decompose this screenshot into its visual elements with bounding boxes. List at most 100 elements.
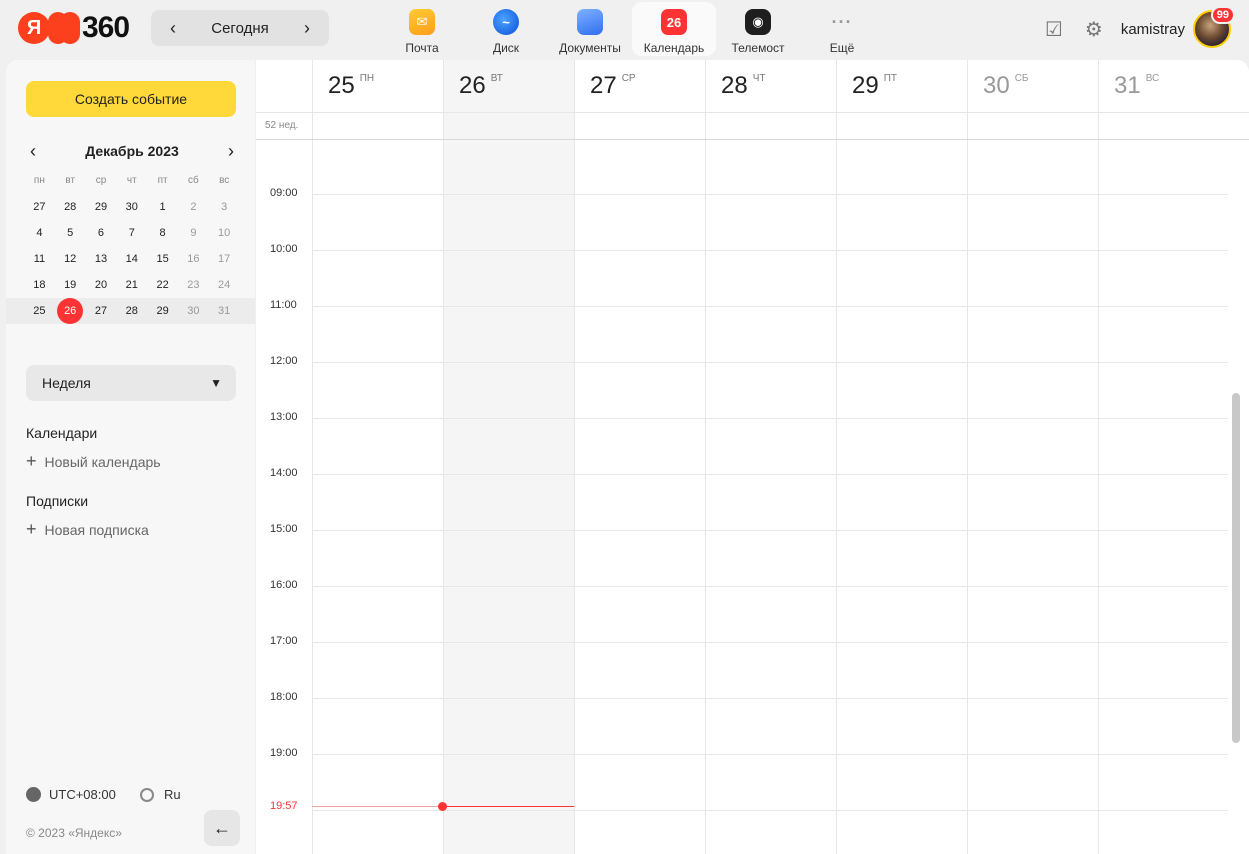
view-mode-value: Неделя — [42, 375, 91, 391]
app-telemost[interactable]: ◉ Телемост — [716, 2, 800, 56]
mini-next-month-button[interactable]: › — [224, 141, 238, 162]
calendars-section-title: Календари — [26, 425, 98, 441]
avatar[interactable]: 99 — [1193, 6, 1235, 48]
app-disk[interactable]: ~ Диск — [464, 2, 548, 56]
new-calendar-link[interactable]: + Новый календарь — [26, 451, 161, 472]
logo-text: 360 — [82, 11, 130, 44]
chevron-down-icon: ▼ — [210, 376, 222, 390]
all-day-cell[interactable] — [312, 113, 443, 139]
mini-day[interactable]: 19 — [55, 272, 86, 298]
mini-day[interactable]: 8 — [147, 220, 178, 246]
day-header-weekend[interactable]: 30 сб — [967, 60, 1098, 112]
mini-day[interactable]: 9 — [178, 220, 209, 246]
mini-day[interactable]: 11 — [24, 246, 55, 272]
user-tools: ☑ ⚙ kamistray 99 — [1041, 6, 1235, 50]
mini-week-row: 11 12 13 14 15 16 17 — [6, 246, 255, 272]
mini-day[interactable]: 6 — [86, 220, 117, 246]
mini-day[interactable]: 29 — [147, 298, 178, 324]
day-column[interactable] — [312, 140, 443, 854]
mini-day[interactable]: 16 — [178, 246, 209, 272]
mini-day[interactable]: 10 — [209, 220, 240, 246]
mini-day[interactable]: 28 — [116, 298, 147, 324]
day-column[interactable] — [967, 140, 1098, 854]
app-more[interactable]: ··· Ещё — [800, 2, 884, 56]
timezone-value: UTC+08:00 — [49, 787, 116, 802]
day-header[interactable]: 29 пт — [836, 60, 967, 112]
mini-week-row: 18 19 20 21 22 23 24 — [6, 272, 255, 298]
next-week-button[interactable]: › — [299, 18, 315, 39]
all-day-cell[interactable] — [967, 113, 1098, 139]
mini-day[interactable]: 28 — [55, 194, 86, 220]
day-header[interactable]: 28 чт — [705, 60, 836, 112]
collapse-sidebar-button[interactable]: ← — [204, 810, 240, 846]
mini-day[interactable]: 23 — [178, 272, 209, 298]
mini-day[interactable]: 29 — [86, 194, 117, 220]
hour-label: 17:00 — [270, 635, 298, 647]
mini-day[interactable]: 1 — [147, 194, 178, 220]
day-column[interactable] — [836, 140, 967, 854]
prev-week-button[interactable]: ‹ — [165, 18, 181, 39]
mini-day[interactable]: 31 — [209, 298, 240, 324]
mini-day[interactable]: 12 — [55, 246, 86, 272]
mini-day[interactable]: 21 — [116, 272, 147, 298]
day-column[interactable] — [574, 140, 705, 854]
language-value: Ru — [164, 787, 181, 802]
mini-day[interactable]: 22 — [147, 272, 178, 298]
day-column-today[interactable] — [443, 140, 574, 854]
mini-prev-month-button[interactable]: ‹ — [26, 141, 40, 162]
view-mode-select[interactable]: Неделя ▼ — [26, 365, 236, 401]
day-header-weekend[interactable]: 31 вс — [1098, 60, 1229, 112]
all-day-cell[interactable] — [705, 113, 836, 139]
app-switcher: ✉ Почта ~ Диск Документы 26 Календарь ◉ … — [380, 0, 884, 58]
day-name: чт — [752, 73, 766, 84]
all-day-cell[interactable] — [1098, 113, 1229, 139]
grid-scrollbar[interactable] — [1232, 393, 1240, 743]
yandex-360-logo[interactable]: Я 360 — [18, 11, 130, 45]
mini-day-today[interactable]: 26 — [55, 298, 86, 324]
mini-weekday: пт — [157, 175, 168, 186]
timezone-selector[interactable]: UTC+08:00 — [26, 787, 116, 802]
app-label: Диск — [492, 41, 520, 55]
mini-day[interactable]: 2 — [178, 194, 209, 220]
day-column[interactable] — [1098, 140, 1229, 854]
username[interactable]: kamistray — [1121, 21, 1185, 38]
mini-day[interactable]: 5 — [55, 220, 86, 246]
app-docs[interactable]: Документы — [548, 2, 632, 56]
today-button[interactable]: Сегодня — [211, 20, 269, 37]
mini-day[interactable]: 30 — [116, 194, 147, 220]
day-column[interactable] — [705, 140, 836, 854]
day-header[interactable]: 25 пн — [312, 60, 443, 112]
all-day-cell[interactable] — [836, 113, 967, 139]
day-header-today[interactable]: 26 вт — [443, 60, 574, 112]
language-selector[interactable]: Ru — [140, 787, 181, 802]
mini-day[interactable]: 13 — [86, 246, 117, 272]
mini-day[interactable]: 20 — [86, 272, 117, 298]
tasks-checkbox-icon[interactable]: ☑ — [1041, 16, 1067, 42]
clock-icon — [26, 787, 41, 802]
app-mail[interactable]: ✉ Почта — [380, 2, 464, 56]
mini-week-row-current: 25 26 27 28 29 30 31 — [6, 298, 255, 324]
mini-day[interactable]: 25 — [24, 298, 55, 324]
app-calendar[interactable]: 26 Календарь — [632, 2, 716, 56]
all-day-cell[interactable] — [574, 113, 705, 139]
settings-gear-icon[interactable]: ⚙ — [1081, 16, 1107, 42]
mini-day[interactable]: 27 — [86, 298, 117, 324]
current-time-label: 19:57 — [270, 800, 298, 812]
mini-day[interactable]: 14 — [116, 246, 147, 272]
mini-day[interactable]: 18 — [24, 272, 55, 298]
mini-day[interactable]: 7 — [116, 220, 147, 246]
arrow-left-icon: ← — [213, 817, 231, 838]
top-bar: Я 360 ‹ Сегодня › ✉ Почта ~ Диск Докумен… — [0, 0, 1249, 58]
new-subscription-link[interactable]: + Новая подписка — [26, 519, 149, 540]
mini-day[interactable]: 17 — [209, 246, 240, 272]
mini-day[interactable]: 15 — [147, 246, 178, 272]
mini-day[interactable]: 27 — [24, 194, 55, 220]
mini-day[interactable]: 3 — [209, 194, 240, 220]
all-day-cell[interactable] — [443, 113, 574, 139]
mini-day[interactable]: 4 — [24, 220, 55, 246]
mini-day[interactable]: 30 — [178, 298, 209, 324]
mini-day[interactable]: 24 — [209, 272, 240, 298]
hour-label: 16:00 — [270, 579, 298, 591]
create-event-button[interactable]: Создать событие — [26, 81, 236, 117]
day-header[interactable]: 27 ср — [574, 60, 705, 112]
